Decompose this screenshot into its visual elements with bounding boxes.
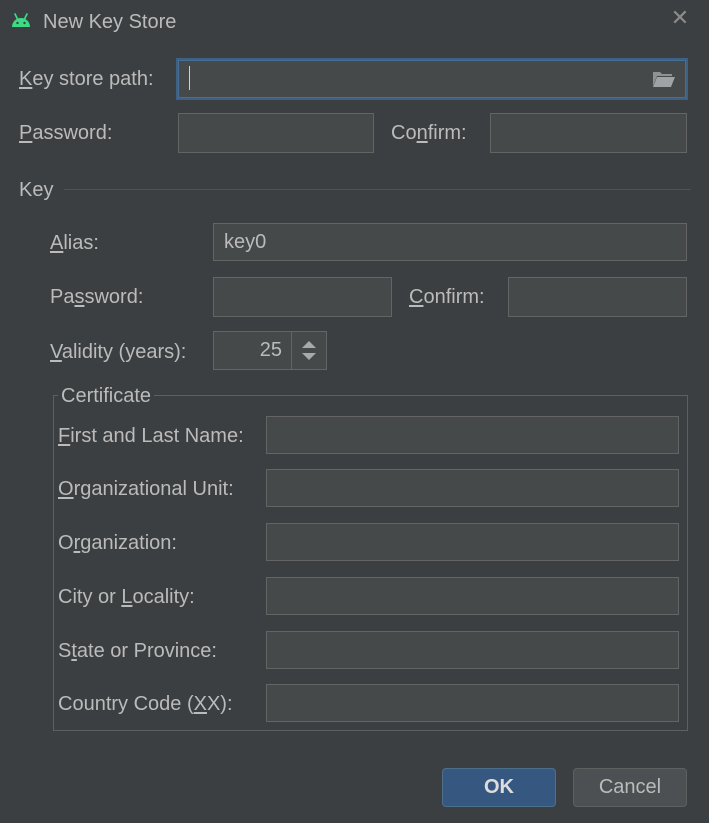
organizational-unit-label: Organizational Unit: — [58, 478, 234, 500]
store-password-label: Password: — [19, 122, 113, 144]
key-password-input[interactable] — [213, 277, 392, 317]
close-icon[interactable]: ✕ — [668, 6, 692, 30]
organization-input[interactable] — [266, 523, 679, 561]
dialog-title: New Key Store — [43, 11, 177, 33]
spin-down-icon — [302, 353, 316, 360]
store-confirm-label: Confirm: — [391, 122, 467, 144]
certificate-title: Certificate — [58, 384, 155, 408]
alias-label: Alias: — [50, 232, 99, 254]
first-last-name-label: First and Last Name: — [58, 425, 244, 447]
alias-input[interactable] — [213, 223, 687, 261]
cancel-button[interactable]: Cancel — [573, 768, 687, 807]
validity-stepper[interactable] — [291, 332, 326, 369]
first-last-name-input[interactable] — [266, 416, 679, 454]
organizational-unit-input[interactable] — [266, 469, 679, 507]
store-confirm-input[interactable] — [490, 113, 687, 153]
state-province-label: State or Province: — [58, 640, 217, 662]
key-store-path-label: Key store path: — [19, 68, 154, 90]
key-section-separator — [64, 189, 691, 190]
text-caret — [189, 66, 190, 90]
validity-spinner[interactable] — [213, 331, 327, 370]
state-province-input[interactable] — [266, 631, 679, 669]
spin-up-icon — [302, 341, 316, 348]
key-confirm-input[interactable] — [508, 277, 687, 317]
key-store-path-input[interactable] — [176, 58, 688, 100]
city-locality-label: City or Locality: — [58, 586, 195, 608]
city-locality-input[interactable] — [266, 577, 679, 615]
folder-open-icon[interactable] — [652, 70, 676, 88]
key-section-label: Key — [19, 179, 54, 201]
organization-label: Organization: — [58, 532, 177, 554]
country-code-input[interactable] — [266, 684, 679, 722]
country-code-label: Country Code (XX): — [58, 693, 233, 715]
validity-label: Validity (years): — [50, 341, 187, 363]
key-password-label: Password: — [50, 286, 144, 308]
android-icon — [10, 12, 32, 28]
ok-button[interactable]: OK — [442, 768, 556, 807]
key-confirm-label: Confirm: — [409, 286, 485, 308]
store-password-input[interactable] — [178, 113, 374, 153]
